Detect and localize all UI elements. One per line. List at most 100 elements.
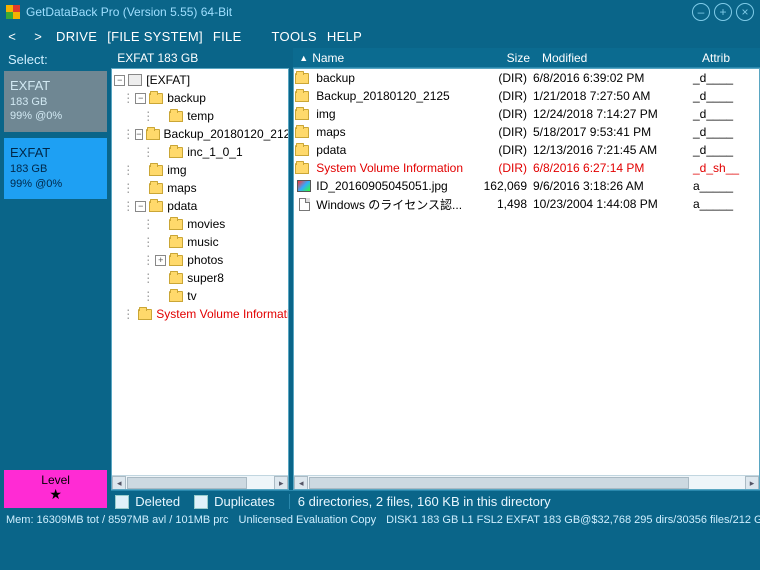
tree-item-movies[interactable]: ⋮movies: [112, 215, 288, 233]
nav-back-button[interactable]: <: [4, 29, 20, 44]
menu-drive[interactable]: DRIVE: [56, 29, 97, 44]
folder-icon: [295, 145, 309, 156]
scroll-left-icon[interactable]: ◂: [294, 476, 308, 490]
menu-filesystem[interactable]: [FILE SYSTEM]: [107, 29, 203, 44]
list-row[interactable]: pdata(DIR)12/13/2016 7:21:45 AM_d____: [294, 141, 759, 159]
menu-file[interactable]: FILE: [213, 29, 242, 44]
column-name[interactable]: ▲Name: [293, 51, 466, 65]
bottom-toolbar: Deleted Duplicates 6 directories, 2 file…: [111, 490, 760, 512]
status-bar: Mem: 16309MB tot / 8597MB avl / 101MB pr…: [0, 512, 760, 530]
file-name: pdata: [316, 143, 463, 157]
list-row[interactable]: img(DIR)12/24/2018 7:14:27 PM_d____: [294, 105, 759, 123]
check-deleted[interactable]: Deleted: [115, 494, 180, 509]
file-name: Windows のライセンス認...: [316, 196, 463, 213]
folder-icon: [295, 73, 309, 84]
level-button[interactable]: Level ★: [4, 470, 107, 508]
file-size: (DIR): [463, 125, 533, 139]
drive-card-1[interactable]: EXFAT 183 GB 99% @0%: [4, 71, 107, 132]
tree-item-inc[interactable]: ⋮inc_1_0_1: [112, 143, 288, 161]
app-icon: [6, 5, 20, 19]
tree-horizontal-scrollbar[interactable]: ◂ ▸: [112, 475, 288, 489]
scroll-thumb[interactable]: [127, 477, 247, 489]
tree-root[interactable]: −[EXFAT]: [112, 71, 288, 89]
list-row[interactable]: maps(DIR)5/18/2017 9:53:41 PM_d____: [294, 123, 759, 141]
menu-help[interactable]: HELP: [327, 29, 362, 44]
disk-icon: [128, 74, 142, 86]
scroll-right-icon[interactable]: ▸: [745, 476, 759, 490]
file-attrib: _d____: [693, 143, 757, 157]
minimize-button[interactable]: –: [692, 3, 710, 21]
tree-pane: −[EXFAT] ⋮−backup ⋮temp ⋮−Backup_2018012…: [111, 68, 289, 490]
tree-header: EXFAT 183 GB: [111, 48, 289, 68]
file-modified: 6/8/2016 6:27:14 PM: [533, 161, 693, 175]
close-button[interactable]: ×: [736, 3, 754, 21]
select-column: Select: EXFAT 183 GB 99% @0% EXFAT 183 G…: [0, 48, 111, 512]
select-label: Select:: [8, 52, 107, 67]
menubar: < > DRIVE [FILE SYSTEM] FILE TOOLS HELP: [0, 24, 760, 48]
list-row[interactable]: Windows のライセンス認...1,49810/23/2004 1:44:0…: [294, 195, 759, 213]
file-attrib: _d_sh__: [693, 161, 757, 175]
list-horizontal-scrollbar[interactable]: ◂ ▸: [294, 475, 759, 489]
tree-item-music[interactable]: ⋮music: [112, 233, 288, 251]
tree-item-photos[interactable]: ⋮+photos: [112, 251, 288, 269]
list-row[interactable]: ID_20160905045051.jpg162,0699/6/2016 3:1…: [294, 177, 759, 195]
list-row[interactable]: backup(DIR)6/8/2016 6:39:02 PM_d____: [294, 69, 759, 87]
column-size[interactable]: Size: [466, 51, 536, 65]
scroll-left-icon[interactable]: ◂: [112, 476, 126, 490]
list-status: 6 directories, 2 files, 160 KB in this d…: [289, 494, 756, 509]
nav-forward-button[interactable]: >: [30, 29, 46, 44]
file-name: Backup_20180120_2125: [316, 89, 463, 103]
tree-item-tv[interactable]: ⋮tv: [112, 287, 288, 305]
folder-icon: [295, 163, 309, 174]
file-size: (DIR): [463, 71, 533, 85]
file-attrib: a_____: [693, 197, 757, 211]
titlebar: GetDataBack Pro (Version 5.55) 64-Bit – …: [0, 0, 760, 24]
menu-tools[interactable]: TOOLS: [272, 29, 317, 44]
list-row[interactable]: Backup_20180120_2125(DIR)1/21/2018 7:27:…: [294, 87, 759, 105]
tree-item-pdata[interactable]: ⋮−pdata: [112, 197, 288, 215]
list-row[interactable]: System Volume Information(DIR)6/8/2016 6…: [294, 159, 759, 177]
folder-icon: [169, 219, 183, 230]
tree-item-temp[interactable]: ⋮temp: [112, 107, 288, 125]
file-size: (DIR): [463, 143, 533, 157]
folder-icon: [295, 91, 309, 102]
tree-item-img[interactable]: ⋮img: [112, 161, 288, 179]
file-attrib: _d____: [693, 89, 757, 103]
folder-icon: [169, 255, 183, 266]
column-attrib[interactable]: Attrib: [696, 51, 760, 65]
file-modified: 9/6/2016 3:18:26 AM: [533, 179, 693, 193]
file-attrib: a_____: [693, 179, 757, 193]
file-name: System Volume Information: [316, 161, 463, 175]
column-modified[interactable]: Modified: [536, 51, 696, 65]
file-modified: 12/24/2018 7:14:27 PM: [533, 107, 693, 121]
file-attrib: _d____: [693, 125, 757, 139]
list-pane: backup(DIR)6/8/2016 6:39:02 PM_d____Back…: [293, 68, 760, 490]
sort-arrow-icon: ▲: [299, 53, 308, 63]
folder-icon: [149, 183, 163, 194]
drive-card-2[interactable]: EXFAT 183 GB 99% @0%: [4, 138, 107, 199]
tree-item-backup2[interactable]: ⋮−Backup_20180120_2125: [112, 125, 288, 143]
folder-icon: [295, 109, 309, 120]
scroll-thumb[interactable]: [309, 477, 689, 489]
check-duplicates[interactable]: Duplicates: [194, 494, 275, 509]
tree-item-svi[interactable]: ⋮System Volume Information: [112, 305, 288, 323]
folder-icon: [295, 127, 309, 138]
file-name: img: [316, 107, 463, 121]
tree-item-maps[interactable]: ⋮maps: [112, 179, 288, 197]
file-modified: 1/21/2018 7:27:50 AM: [533, 89, 693, 103]
status-license: Unlicensed Evaluation Copy: [239, 514, 377, 528]
file-modified: 10/23/2004 1:44:08 PM: [533, 197, 693, 211]
file-size: (DIR): [463, 89, 533, 103]
tree-item-super8[interactable]: ⋮super8: [112, 269, 288, 287]
file-name: backup: [316, 71, 463, 85]
file-size: (DIR): [463, 161, 533, 175]
folder-icon: [146, 129, 160, 140]
checkbox-icon: [115, 495, 129, 509]
folder-icon: [149, 201, 163, 212]
scroll-right-icon[interactable]: ▸: [274, 476, 288, 490]
folder-icon: [149, 93, 163, 104]
status-disk: DISK1 183 GB L1 FSL2 EXFAT 183 GB@$32,76…: [386, 514, 760, 528]
tree-item-backup[interactable]: ⋮−backup: [112, 89, 288, 107]
window-title: GetDataBack Pro (Version 5.55) 64-Bit: [26, 5, 692, 19]
maximize-button[interactable]: +: [714, 3, 732, 21]
